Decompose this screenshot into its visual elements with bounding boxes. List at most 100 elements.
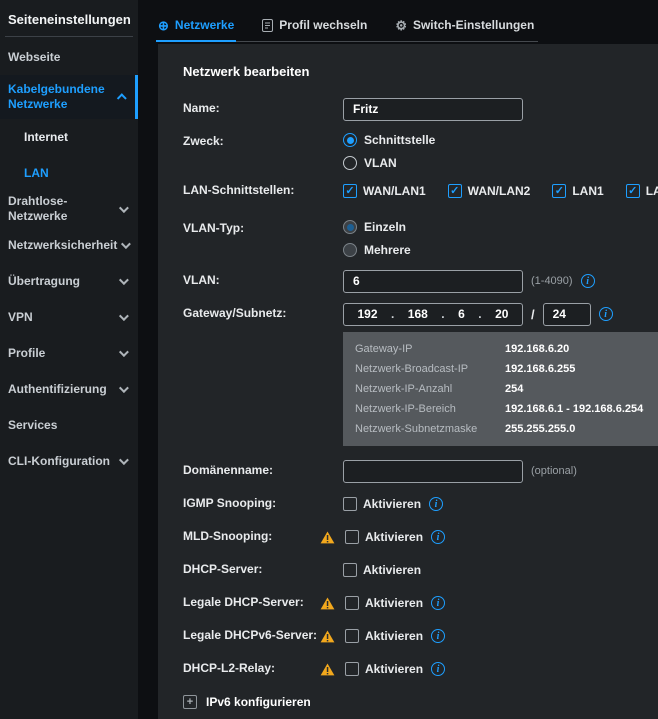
sidebar-item-webseite[interactable]: Webseite: [0, 39, 138, 75]
domain-row: Domänenname: (optional): [183, 459, 658, 483]
radio-vlan[interactable]: VLAN: [343, 156, 397, 170]
info-icon[interactable]: i: [599, 307, 613, 321]
ip-octet-1[interactable]: 192: [357, 307, 377, 321]
sidebar-item-label: LAN: [24, 166, 49, 181]
table-row-value: 192.168.6.255: [505, 363, 575, 375]
checkbox-checked-icon: ✓: [626, 184, 640, 198]
table-row: Netzwerk-Broadcast-IP 192.168.6.255: [343, 359, 658, 379]
checkbox-wan-lan1[interactable]: ✓ WAN/LAN1: [343, 184, 426, 198]
subnet-prefix-input[interactable]: [543, 303, 591, 326]
chevron-up-icon: [117, 93, 127, 103]
checkbox-label: LAN2: [646, 184, 658, 198]
legale-dhcpv6-server-label: Legale DHCPv6-Server:: [183, 624, 343, 642]
sidebar-divider: [5, 36, 133, 37]
igmp-snooping-label: IGMP Snooping:: [183, 492, 343, 510]
sidebar-item-netzwerksicherheit[interactable]: Netzwerksicherheit: [0, 227, 138, 263]
tab-label: Switch-Einstellungen: [413, 18, 534, 32]
chevron-down-icon: [119, 275, 129, 285]
vlan-typ-row: VLAN-Typ: Einzeln Mehrere: [183, 217, 658, 257]
sidebar-item-label: Services: [8, 418, 57, 433]
checkbox-checked-icon: ✓: [552, 184, 566, 198]
legale-dhcpv6-server-row: Legale DHCPv6-Server: Aktivieren i: [183, 624, 658, 648]
dhcp-server-checkbox[interactable]: Aktivieren: [343, 563, 421, 577]
radio-einzeln[interactable]: Einzeln: [343, 220, 406, 234]
sidebar-item-label: Übertragung: [8, 274, 80, 289]
radio-schnittstelle[interactable]: Schnittstelle: [343, 133, 435, 147]
radio-disabled-icon: [343, 243, 357, 257]
checkbox-lan2[interactable]: ✓ LAN2: [626, 184, 658, 198]
legale-dhcp-server-row: Legale DHCP-Server: Aktivieren i: [183, 591, 658, 615]
sidebar-item-vpn[interactable]: VPN: [0, 299, 138, 335]
info-icon[interactable]: i: [429, 497, 443, 511]
vlan-label: VLAN:: [183, 269, 343, 287]
subnet-separator: /: [531, 307, 535, 322]
sidebar-title: Seiteneinstellungen: [0, 0, 138, 36]
checkbox-lan1[interactable]: ✓ LAN1: [552, 184, 603, 198]
info-icon[interactable]: i: [431, 662, 445, 676]
ip-octet-2[interactable]: 168: [408, 307, 428, 321]
ip-octet-3[interactable]: 6: [458, 307, 465, 321]
sidebar-item-label: Webseite: [8, 50, 60, 65]
tab-netzwerke[interactable]: ⊕ Netzwerke: [158, 18, 234, 32]
ip-octet-4[interactable]: 20: [495, 307, 508, 321]
legale-dhcpv6-server-checkbox[interactable]: Aktivieren: [345, 629, 423, 643]
name-input[interactable]: [343, 98, 523, 121]
globe-icon: ⊕: [158, 19, 169, 32]
subnet-info-table: Gateway-IP 192.168.6.20 Netzwerk-Broadca…: [343, 332, 658, 446]
expand-plus-icon[interactable]: +: [183, 695, 197, 709]
chevron-down-icon: [121, 239, 131, 249]
info-icon[interactable]: i: [431, 596, 445, 610]
sidebar-item-uebertragung[interactable]: Übertragung: [0, 263, 138, 299]
warning-icon: [320, 630, 335, 643]
mld-snooping-row: MLD-Snooping: Aktivieren i: [183, 525, 658, 549]
sidebar-item-drahtlose-netzwerke[interactable]: Drahtlose-Netzwerke: [0, 191, 138, 227]
vlan-range-hint: (1-4090): [531, 275, 573, 287]
app-window: Seiteneinstellungen Webseite Kabelgebund…: [0, 0, 658, 719]
lan-schnittstellen-label: LAN-Schnittstellen:: [183, 179, 343, 197]
zweck-label: Zweck:: [183, 130, 343, 148]
info-icon[interactable]: i: [431, 629, 445, 643]
sidebar-item-authentifizierung[interactable]: Authentifizierung: [0, 371, 138, 407]
sidebar-item-profile[interactable]: Profile: [0, 335, 138, 371]
vlan-typ-label: VLAN-Typ:: [183, 217, 343, 235]
tab-label: Profil wechseln: [279, 18, 367, 32]
checkbox-label: Aktivieren: [363, 497, 421, 511]
sidebar-item-services[interactable]: Services: [0, 407, 138, 443]
info-icon[interactable]: i: [431, 530, 445, 544]
sidebar-item-kabelgebundene-netzwerke[interactable]: Kabelgebundene Netzwerke: [0, 75, 138, 119]
tab-switch-einstellungen[interactable]: ⚙ Switch-Einstellungen: [395, 18, 534, 32]
ipv6-expander[interactable]: + IPv6 konfigurieren: [183, 695, 658, 709]
table-row-value: 254: [505, 383, 523, 395]
legale-dhcp-server-label: Legale DHCP-Server:: [183, 591, 343, 609]
radio-label: Schnittstelle: [364, 133, 435, 147]
sidebar-item-internet[interactable]: Internet: [0, 119, 138, 155]
table-row-label: Netzwerk-Broadcast-IP: [355, 363, 505, 375]
sidebar-item-cli-konfiguration[interactable]: CLI-Konfiguration: [0, 443, 138, 479]
chevron-down-icon: [119, 383, 129, 393]
vlan-row: VLAN: (1-4090) i: [183, 269, 658, 293]
sidebar-item-label: CLI-Konfiguration: [8, 454, 110, 469]
vlan-input[interactable]: [343, 270, 523, 293]
lan-schnittstellen-row: LAN-Schnittstellen: ✓ WAN/LAN1 ✓ WAN/LAN…: [183, 179, 658, 203]
radio-disabled-selected-icon: [343, 220, 357, 234]
info-icon[interactable]: i: [581, 274, 595, 288]
dhcp-l2-relay-checkbox[interactable]: Aktivieren: [345, 662, 423, 676]
gateway-ip-input[interactable]: 192 . 168 . 6 . 20: [343, 303, 523, 326]
chevron-down-icon: [119, 311, 129, 321]
dhcp-server-row: DHCP-Server: Aktivieren: [183, 558, 658, 582]
checkbox-wan-lan2[interactable]: ✓ WAN/LAN2: [448, 184, 531, 198]
igmp-snooping-checkbox[interactable]: Aktivieren: [343, 497, 421, 511]
dhcp-server-label: DHCP-Server:: [183, 558, 343, 576]
tab-profil-wechseln[interactable]: Profil wechseln: [262, 18, 367, 32]
sidebar-item-lan[interactable]: LAN: [0, 155, 138, 191]
table-row-label: Netzwerk-IP-Anzahl: [355, 383, 505, 395]
legale-dhcp-server-checkbox[interactable]: Aktivieren: [345, 596, 423, 610]
edit-network-panel: Netzwerk bearbeiten Name: Zweck: Schnitt…: [158, 44, 658, 719]
checkbox-label: WAN/LAN1: [363, 184, 426, 198]
sidebar-item-label: VPN: [8, 310, 33, 325]
radio-mehrere[interactable]: Mehrere: [343, 243, 411, 257]
name-label: Name:: [183, 97, 343, 115]
domain-input[interactable]: [343, 460, 523, 483]
domain-label: Domänenname:: [183, 459, 343, 477]
mld-snooping-checkbox[interactable]: Aktivieren: [345, 530, 423, 544]
